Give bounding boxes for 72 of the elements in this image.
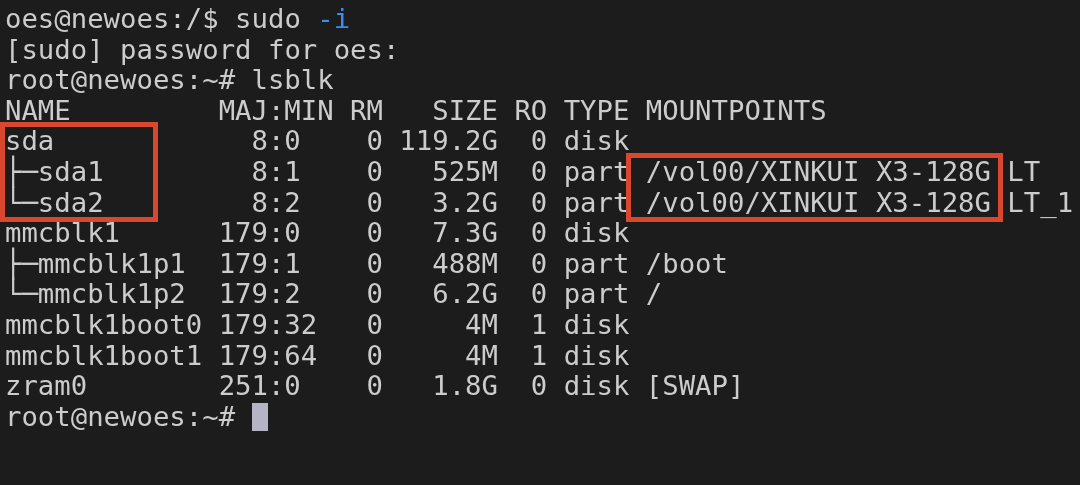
major-minor: 179:32 bbox=[218, 308, 318, 340]
device-type: part bbox=[563, 155, 630, 187]
device-type: disk bbox=[563, 370, 630, 402]
device-type: disk bbox=[563, 308, 630, 340]
device-name: zram0 bbox=[5, 370, 88, 402]
major-minor: 8:0 bbox=[250, 125, 301, 157]
column-header: TYPE bbox=[563, 95, 630, 127]
device-size: 488M bbox=[432, 247, 498, 279]
major-minor: 251:0 bbox=[218, 370, 301, 402]
device-size: 4M bbox=[465, 308, 498, 340]
device-name: ├─mmcblk1p1 bbox=[5, 247, 186, 279]
device-type: disk bbox=[563, 125, 630, 157]
device-name: └─mmcblk1p2 bbox=[5, 278, 186, 310]
column-header: MAJ:MIN bbox=[218, 95, 334, 127]
removable-value: 0 bbox=[366, 308, 383, 340]
text-cursor bbox=[251, 403, 268, 431]
read-only-value: 0 bbox=[530, 278, 548, 310]
device-size: 7.3G bbox=[432, 217, 498, 249]
device-type: disk bbox=[563, 339, 630, 371]
device-size: 6.2G bbox=[432, 278, 498, 310]
removable-value: 0 bbox=[366, 278, 383, 310]
read-only-value: 0 bbox=[530, 247, 548, 279]
device-type: part bbox=[563, 278, 630, 310]
read-only-value: 0 bbox=[530, 186, 548, 218]
device-size: 119.2G bbox=[399, 125, 498, 157]
removable-value: 0 bbox=[366, 370, 383, 402]
removable-value: 0 bbox=[366, 339, 383, 371]
removable-value: 0 bbox=[366, 125, 383, 157]
device-name: mmcblk1boot0 bbox=[5, 308, 203, 340]
read-only-value: 0 bbox=[530, 370, 548, 402]
read-only-value: 1 bbox=[530, 308, 548, 340]
read-only-value: 1 bbox=[530, 339, 548, 371]
major-minor: 8:2 bbox=[250, 186, 301, 218]
removable-value: 0 bbox=[366, 186, 383, 218]
column-header: SIZE bbox=[431, 95, 498, 127]
removable-value: 0 bbox=[366, 155, 383, 187]
command-option: -i bbox=[317, 4, 351, 35]
command-text: sudo bbox=[235, 4, 301, 35]
column-header: MOUNTPOINTS bbox=[645, 95, 827, 127]
column-header: RO bbox=[514, 95, 548, 127]
device-name: ├─sda1 bbox=[5, 155, 104, 187]
device-name: mmcblk1boot1 bbox=[5, 339, 203, 371]
device-size: 3.2G bbox=[432, 186, 498, 218]
mount-point: [SWAP] bbox=[645, 370, 745, 402]
major-minor: 8:1 bbox=[250, 155, 301, 187]
device-size: 1.8G bbox=[432, 370, 498, 402]
mount-point: /vol00/XINKUI X3-128G LT_1 bbox=[645, 186, 1074, 218]
output-text: [sudo] password for oes: bbox=[5, 34, 400, 66]
shell-prompt: root@newoes:~# bbox=[5, 401, 236, 433]
major-minor: 179:2 bbox=[218, 278, 301, 310]
removable-value: 0 bbox=[366, 247, 383, 279]
column-header: RM bbox=[350, 95, 383, 127]
device-type: disk bbox=[563, 217, 630, 249]
device-size: 4M bbox=[465, 339, 498, 371]
major-minor: 179:0 bbox=[218, 217, 301, 249]
mount-point: / bbox=[645, 278, 663, 310]
mount-point: /boot bbox=[645, 247, 728, 279]
device-type: part bbox=[563, 247, 630, 279]
read-only-value: 0 bbox=[530, 125, 548, 157]
column-header: NAME bbox=[5, 95, 72, 127]
shell-prompt: root@newoes:~# bbox=[5, 65, 236, 96]
major-minor: 179:1 bbox=[218, 247, 301, 279]
major-minor: 179:64 bbox=[218, 339, 318, 371]
read-only-value: 0 bbox=[530, 155, 548, 187]
mount-point: /vol00/XINKUI X3-128G LT bbox=[645, 155, 1041, 187]
device-type: part bbox=[563, 186, 630, 218]
device-name: └─sda2 bbox=[5, 186, 104, 218]
command-text: lsblk bbox=[251, 65, 334, 96]
read-only-value: 0 bbox=[530, 217, 548, 249]
device-size: 525M bbox=[432, 155, 498, 187]
shell-prompt: oes@newoes:/$ bbox=[5, 4, 219, 35]
removable-value: 0 bbox=[366, 217, 383, 249]
